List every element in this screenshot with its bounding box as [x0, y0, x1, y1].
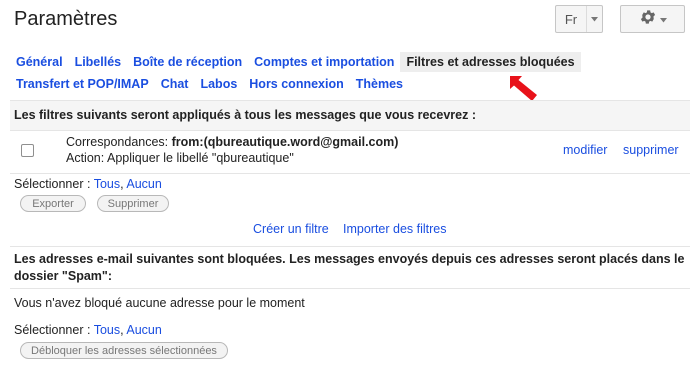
section-divider: [10, 246, 690, 247]
select-all-link[interactable]: Tous: [94, 177, 120, 191]
tab-chat[interactable]: Chat: [155, 74, 195, 94]
filter-row: Correspondances: from:(qbureautique.word…: [10, 127, 690, 174]
filter-criteria-label: Correspondances:: [66, 135, 172, 149]
select-all-link[interactable]: Tous: [94, 323, 120, 337]
filters-select-line: Sélectionner : Tous, Aucun: [14, 177, 162, 191]
tab-filters-blocked[interactable]: Filtres et adresses bloquées: [400, 52, 581, 72]
edit-filter-link[interactable]: modifier: [563, 143, 607, 157]
delete-filters-button[interactable]: Supprimer: [97, 195, 169, 212]
no-blocked-message: Vous n'avez bloqué aucune adresse pour l…: [14, 296, 305, 310]
tab-labels[interactable]: Libellés: [69, 52, 128, 72]
settings-button[interactable]: [620, 5, 685, 33]
tab-forwarding-pop-imap[interactable]: Transfert et POP/IMAP: [10, 74, 155, 94]
filter-action: Action: Appliquer le libellé "qbureautiq…: [66, 151, 294, 165]
chevron-down-icon: [587, 16, 602, 22]
gear-icon: [639, 8, 657, 31]
unblock-selected-button[interactable]: Débloquer les adresses sélectionnées: [20, 342, 228, 359]
import-filters-link[interactable]: Importer des filtres: [343, 222, 447, 236]
export-button[interactable]: Exporter: [20, 195, 86, 212]
filter-description: Correspondances: from:(qbureautique.word…: [66, 134, 398, 166]
filter-criteria-value: from:(qbureautique.word@gmail.com): [171, 135, 399, 149]
page-title: Paramètres: [14, 8, 118, 30]
create-filter-link[interactable]: Créer un filtre: [253, 222, 329, 236]
tab-accounts-import[interactable]: Comptes et importation: [248, 52, 400, 72]
tab-labs[interactable]: Labos: [194, 74, 243, 94]
blocked-heading: Les adresses e-mail suivantes sont bloqu…: [14, 252, 685, 283]
select-none-link[interactable]: Aucun: [126, 323, 161, 337]
settings-tabs-row-2: Transfert et POP/IMAP Chat Labos Hors co…: [10, 74, 409, 94]
tab-themes[interactable]: Thèmes: [350, 74, 409, 94]
select-prefix: Sélectionner :: [14, 323, 94, 337]
chevron-down-icon: [659, 10, 667, 28]
tab-general[interactable]: Général: [10, 52, 69, 72]
select-none-link[interactable]: Aucun: [126, 177, 161, 191]
section-divider: [10, 288, 690, 289]
blocked-select-line: Sélectionner : Tous, Aucun: [14, 323, 162, 337]
tab-inbox[interactable]: Boîte de réception: [127, 52, 248, 72]
delete-filter-link[interactable]: supprimer: [623, 143, 679, 157]
language-label: Fr: [564, 11, 578, 27]
tab-offline[interactable]: Hors connexion: [243, 74, 349, 94]
select-prefix: Sélectionner :: [14, 177, 94, 191]
settings-tabs-row-1: Général Libellés Boîte de réception Comp…: [10, 52, 581, 72]
filter-checkbox[interactable]: [21, 144, 34, 157]
language-dropdown[interactable]: Fr: [555, 5, 603, 33]
